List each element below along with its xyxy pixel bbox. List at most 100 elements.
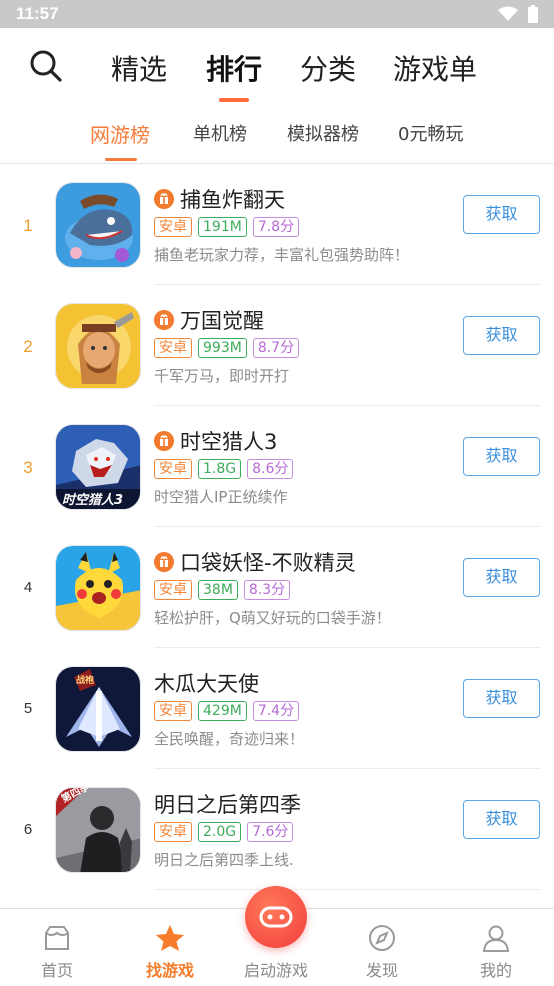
get-button[interactable]: 获取 xyxy=(463,195,540,234)
app-name[interactable]: 口袋妖怪-不败精灵 xyxy=(180,547,356,577)
score-badge: 8.6分 xyxy=(247,459,294,479)
list-item[interactable]: 2 万国觉醒 安卓 993M 8.7分 千军万马，即时开打 获取 xyxy=(0,285,554,406)
rank-number: 5 xyxy=(23,700,33,717)
app-description: 轻松护肝，Q萌又好玩的口袋手游！ xyxy=(154,609,391,627)
app-icon-caption: 战袍 xyxy=(76,676,95,686)
score-badge: 8.3分 xyxy=(243,580,291,600)
subtab-free[interactable]: 0元畅玩 xyxy=(398,120,463,146)
app-title: 口袋妖怪-不败精灵 xyxy=(154,547,356,577)
get-button[interactable]: 获取 xyxy=(463,316,540,355)
tab-paihang[interactable]: 排行 xyxy=(206,48,262,88)
score-badge: 7.4分 xyxy=(252,701,300,721)
star-icon xyxy=(156,925,184,951)
app-description: 捕鱼老玩家力荐，丰富礼包强势助阵！ xyxy=(154,246,410,264)
app-name[interactable]: 明日之后第四季 xyxy=(154,789,301,819)
get-button[interactable]: 获取 xyxy=(463,679,540,718)
size-badge: 2.0G xyxy=(198,822,242,842)
app-tags: 安卓 993M 8.7分 xyxy=(154,338,300,358)
app-icon[interactable]: 第四季 xyxy=(55,787,141,873)
platform-badge: 安卓 xyxy=(154,701,192,721)
subtab-moniqi[interactable]: 模拟器榜 xyxy=(287,120,359,146)
ranking-list: 1 捕鱼炸翻天 安卓 191M 7.8分 捕鱼老玩家力荐，丰富礼包强势助阵！ 获… xyxy=(0,164,554,890)
app-title: 捕鱼炸翻天 xyxy=(154,184,285,214)
gift-icon xyxy=(154,552,174,572)
app-title: 万国觉醒 xyxy=(154,305,264,335)
top-nav: 精选 排行 分类 游戏单 xyxy=(0,28,554,106)
home-icon xyxy=(45,926,69,950)
size-badge: 993M xyxy=(198,338,247,358)
bottom-nav-label: 发现 xyxy=(365,961,398,980)
sub-nav: 网游榜 单机榜 模拟器榜 0元畅玩 xyxy=(0,106,554,164)
rank-number: 2 xyxy=(23,337,33,356)
status-icons xyxy=(498,5,538,23)
search-icon xyxy=(30,50,62,82)
status-time: 11:57 xyxy=(16,4,59,23)
score-badge: 7.6分 xyxy=(247,822,294,842)
bottom-nav-home[interactable]: 首页 xyxy=(7,909,107,981)
bottom-nav-label: 启动游戏 xyxy=(243,961,308,980)
platform-badge: 安卓 xyxy=(154,822,192,842)
score-badge: 8.7分 xyxy=(252,338,300,358)
bottom-nav-label: 我的 xyxy=(479,961,512,980)
rank-number: 1 xyxy=(23,216,33,235)
rank-number: 6 xyxy=(23,821,33,838)
gift-icon xyxy=(154,310,174,330)
app-name[interactable]: 木瓜大天使 xyxy=(154,668,259,698)
app-title: 明日之后第四季 xyxy=(154,789,301,819)
launch-game-button[interactable] xyxy=(245,886,307,948)
size-badge: 191M xyxy=(198,217,247,237)
platform-badge: 安卓 xyxy=(154,338,192,358)
app-tags: 安卓 1.8G 8.6分 xyxy=(154,459,294,479)
app-name[interactable]: 万国觉醒 xyxy=(180,305,264,335)
app-icon[interactable]: 战袍 xyxy=(55,666,141,752)
bottom-nav-me[interactable]: 我的 xyxy=(446,909,546,981)
wifi-icon xyxy=(498,6,518,21)
app-title: 木瓜大天使 xyxy=(154,668,259,698)
app-icon[interactable]: 时空猎人3 xyxy=(55,424,141,510)
subtab-danji[interactable]: 单机榜 xyxy=(193,120,247,146)
get-button[interactable]: 获取 xyxy=(463,558,540,597)
app-description: 全民唤醒，奇迹归来！ xyxy=(154,730,305,748)
list-item[interactable]: 3 时空猎人3 时空猎人3 安卓 1.8G 8.6分 时空猎人IP正统续作 获取 xyxy=(0,406,554,527)
app-tags: 安卓 191M 7.8分 xyxy=(154,217,300,237)
list-item[interactable]: 6 第四季 明日之后第四季 安卓 2.0G 7.6分 明日之后第四季上线. 获取 xyxy=(0,769,554,890)
tab-jingxuan[interactable]: 精选 xyxy=(111,48,167,88)
tab-active-indicator xyxy=(219,98,249,102)
compass-icon xyxy=(369,925,395,951)
rank-number: 3 xyxy=(23,458,33,477)
app-icon[interactable] xyxy=(55,545,141,631)
bottom-nav-discover[interactable]: 发现 xyxy=(332,909,432,981)
app-name[interactable]: 捕鱼炸翻天 xyxy=(180,184,285,214)
get-button[interactable]: 获取 xyxy=(463,437,540,476)
bottom-nav-find-games[interactable]: 找游戏 xyxy=(120,909,220,981)
platform-badge: 安卓 xyxy=(154,580,192,600)
app-icon-caption: 时空猎人3 xyxy=(62,493,124,508)
app-icon[interactable] xyxy=(55,182,141,268)
size-badge: 38M xyxy=(198,580,238,600)
tab-youxidan[interactable]: 游戏单 xyxy=(393,48,477,88)
list-item[interactable]: 5 战袍 木瓜大天使 安卓 429M 7.4分 全民唤醒，奇迹归来！ 获取 xyxy=(0,648,554,769)
app-tags: 安卓 429M 7.4分 xyxy=(154,701,300,721)
subtab-active-indicator xyxy=(105,158,137,161)
tab-fenlei[interactable]: 分类 xyxy=(300,48,356,88)
list-item[interactable]: 4 口袋妖怪-不败精灵 安卓 38M 8.3分 轻松护肝，Q萌又好玩的口袋手游！… xyxy=(0,527,554,648)
size-badge: 1.8G xyxy=(198,459,242,479)
app-description: 时空猎人IP正统续作 xyxy=(154,488,288,506)
app-name[interactable]: 时空猎人3 xyxy=(180,426,277,456)
gift-icon xyxy=(154,189,174,209)
get-button[interactable]: 获取 xyxy=(463,800,540,839)
user-icon xyxy=(482,925,510,952)
gamepad-icon xyxy=(259,906,293,928)
battery-icon xyxy=(528,5,538,23)
app-description: 千军万马，即时开打 xyxy=(154,367,290,385)
app-description: 明日之后第四季上线. xyxy=(154,851,294,869)
platform-badge: 安卓 xyxy=(154,459,192,479)
gift-icon xyxy=(154,431,174,451)
app-icon[interactable] xyxy=(55,303,141,389)
divider xyxy=(154,889,540,890)
search-button[interactable] xyxy=(28,48,64,84)
subtab-wangyou[interactable]: 网游榜 xyxy=(90,119,150,148)
list-item[interactable]: 1 捕鱼炸翻天 安卓 191M 7.8分 捕鱼老玩家力荐，丰富礼包强势助阵！ 获… xyxy=(0,164,554,285)
app-title: 时空猎人3 xyxy=(154,426,277,456)
score-badge: 7.8分 xyxy=(252,217,300,237)
